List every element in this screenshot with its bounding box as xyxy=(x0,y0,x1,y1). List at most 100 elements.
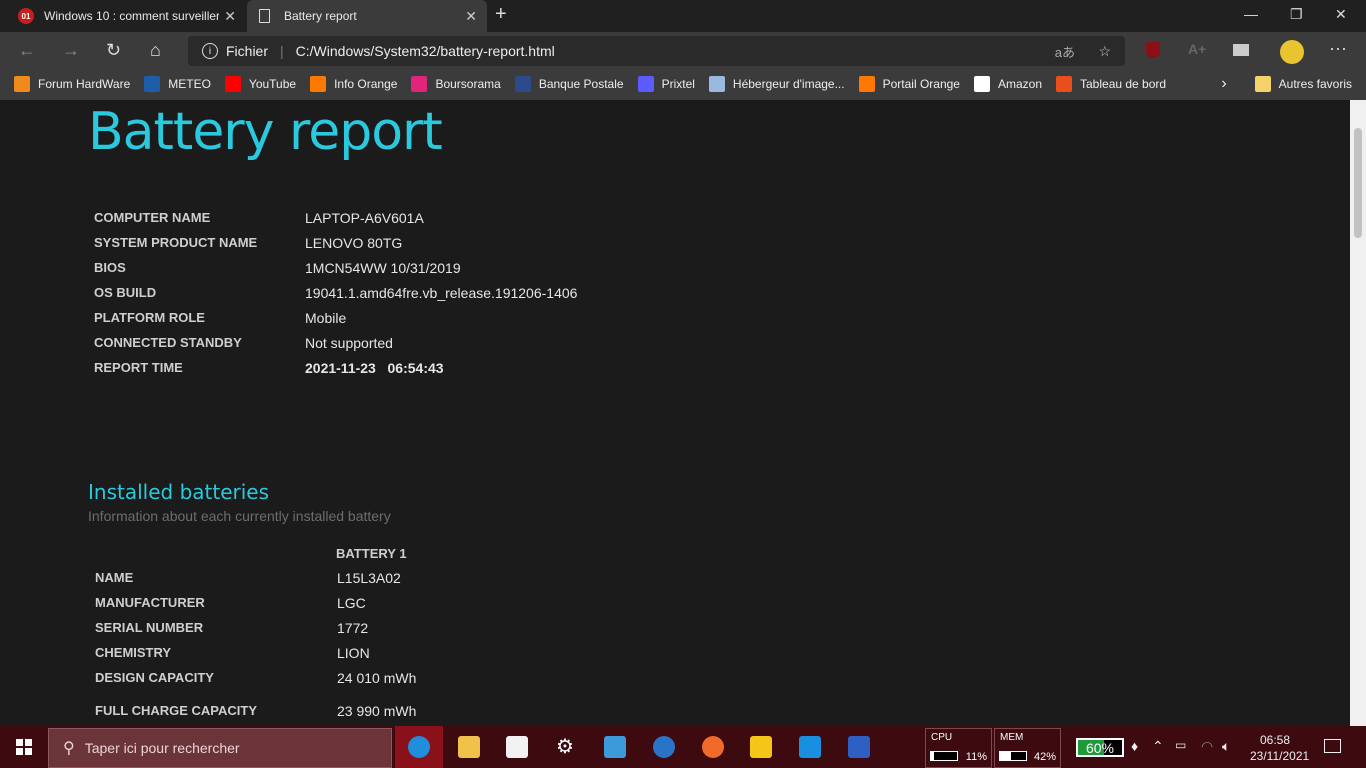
bookmark-label: Tableau de bord xyxy=(1080,77,1167,91)
system-info-key: REPORT TIME xyxy=(94,360,183,375)
bookmark-item[interactable]: YouTube xyxy=(224,76,296,92)
bookmark-label: Banque Postale xyxy=(538,77,624,91)
system-info-value: 19041.1.amd64fre.vb_release.191206-1406 xyxy=(305,285,578,301)
tab-windows10[interactable]: 01 Windows 10 : comment surveiller ✕ xyxy=(8,0,246,32)
bookmark-icon xyxy=(224,76,241,92)
cpu-bar-fill xyxy=(931,752,934,760)
battery-info-row: NAME L15L3A02 xyxy=(95,570,401,586)
app-m-icon[interactable] xyxy=(750,736,772,758)
tab-title: Windows 10 : comment surveiller xyxy=(44,9,219,23)
notifications-icon[interactable] xyxy=(1324,739,1341,753)
system-info-key: PLATFORM ROLE xyxy=(94,310,205,325)
wifi-icon[interactable]: ◠ xyxy=(1201,738,1213,755)
system-info-row: CONNECTED STANDBY Not supported xyxy=(94,335,393,351)
bookmark-item[interactable]: Banque Postale xyxy=(514,76,624,92)
system-info-row: BIOS 1MCN54WW 10/31/2019 xyxy=(94,260,461,276)
close-tab-icon[interactable]: ✕ xyxy=(465,8,477,25)
bookmark-item[interactable]: METEO xyxy=(144,76,211,92)
installed-batteries-heading: Installed batteries xyxy=(88,480,270,504)
edge-taskbar-button[interactable] xyxy=(395,726,443,768)
system-info-row: PLATFORM ROLE Mobile xyxy=(94,310,346,326)
bookmarks-overflow-chevron-icon[interactable]: › xyxy=(1221,75,1226,93)
battery-info-value: L15L3A02 xyxy=(337,570,401,586)
battery-info-value: LGC xyxy=(337,595,366,611)
home-icon[interactable]: ⌂ xyxy=(150,40,161,61)
control-panel-icon[interactable] xyxy=(604,736,626,758)
folder-icon xyxy=(1254,76,1271,92)
forward-icon[interactable]: → xyxy=(62,40,80,61)
bookmark-item[interactable]: Boursorama xyxy=(411,76,501,92)
battery-report-page: Battery report COMPUTER NAME LAPTOP-A6V60… xyxy=(0,100,1350,726)
battery-info-key: FULL CHARGE CAPACITY xyxy=(95,703,258,718)
text-size-icon[interactable]: A+ xyxy=(1188,41,1206,57)
ublock-icon[interactable] xyxy=(1146,42,1160,58)
system-info-value: LENOVO 80TG xyxy=(305,235,403,251)
other-favorites-folder[interactable]: Autres favoris xyxy=(1254,76,1352,92)
settings-icon[interactable]: ⚙ xyxy=(556,734,578,758)
read-aloud-icon[interactable]: aあ xyxy=(1055,42,1075,61)
battery-info-key: SERIAL NUMBER xyxy=(95,620,204,635)
page-icon xyxy=(259,9,270,23)
taskbar-search[interactable]: ⚲ Taper ici pour rechercher xyxy=(48,728,392,768)
battery-meter[interactable]: 60% xyxy=(1076,738,1124,757)
close-tab-icon[interactable]: ✕ xyxy=(224,8,236,25)
minimize-button[interactable]: — xyxy=(1244,6,1258,22)
cpu-value: 11% xyxy=(965,751,987,763)
bookmark-item[interactable]: Prixtel xyxy=(637,76,695,92)
volume-icon[interactable]: 🔈︎ xyxy=(1222,738,1230,755)
bookmark-icon xyxy=(708,76,725,92)
network-app-icon[interactable] xyxy=(799,736,821,758)
bookmark-item[interactable]: Tableau de bord xyxy=(1056,76,1166,92)
battery-info-row: DESIGN CAPACITY 24 010 mWh xyxy=(95,670,416,686)
battery-info-key: DESIGN CAPACITY xyxy=(95,670,214,685)
add-favorite-icon[interactable]: ☆ xyxy=(1098,43,1111,60)
cpu-label: CPU xyxy=(931,732,953,743)
back-icon[interactable]: ← xyxy=(18,40,36,61)
thunderbird-icon[interactable] xyxy=(653,736,675,758)
flame-icon[interactable]: ♦ xyxy=(1131,738,1138,754)
bookmark-label: Portail Orange xyxy=(882,77,960,91)
restore-button[interactable]: ❐ xyxy=(1290,6,1303,23)
scrollbar-thumb[interactable] xyxy=(1354,128,1362,238)
power-icon[interactable]: ▭ xyxy=(1175,738,1186,752)
mem-monitor: MEM 42% xyxy=(994,728,1061,768)
address-url[interactable]: C:/Windows/System32/battery-report.html xyxy=(296,43,555,59)
system-info-key: SYSTEM PRODUCT NAME xyxy=(94,235,258,250)
battery-info-row: SERIAL NUMBER 1772 xyxy=(95,620,368,636)
mem-bar-fill xyxy=(1000,752,1011,760)
system-info-value: Not supported xyxy=(305,335,393,351)
scrollbar[interactable] xyxy=(1350,100,1366,726)
tab-battery-report[interactable]: Battery report ✕ xyxy=(247,0,487,32)
bookmark-label: Prixtel xyxy=(661,77,695,91)
clock[interactable]: 06:58 23/11/2021 xyxy=(1250,732,1309,764)
bookmark-item[interactable]: Amazon xyxy=(973,76,1042,92)
address-scheme-label: Fichier xyxy=(226,43,269,59)
battery-info-row: MANUFACTURER LGC xyxy=(95,595,366,611)
bookmark-item[interactable]: Portail Orange xyxy=(858,76,960,92)
more-menu-icon[interactable]: ··· xyxy=(1329,38,1347,59)
collections-icon[interactable] xyxy=(1233,44,1249,56)
profile-avatar[interactable] xyxy=(1280,40,1304,64)
new-tab-button[interactable]: + xyxy=(495,3,507,26)
chevron-up-icon[interactable]: ⌃ xyxy=(1152,738,1164,755)
store-icon[interactable] xyxy=(506,736,528,758)
battery-info-value: 24 010 mWh xyxy=(337,670,417,686)
battery-info-row: FULL CHARGE CAPACITY 23 990 mWh xyxy=(95,703,416,719)
close-window-button[interactable]: ✕ xyxy=(1335,6,1347,23)
bookmark-item[interactable]: Info Orange xyxy=(310,76,397,92)
system-info-key: COMPUTER NAME xyxy=(94,210,211,225)
file-explorer-icon[interactable] xyxy=(458,736,480,758)
bookmark-item[interactable]: Forum HardWare xyxy=(14,76,130,92)
system-info-value: 1MCN54WW 10/31/2019 xyxy=(305,260,461,276)
system-info-row: SYSTEM PRODUCT NAME LENOVO 80TG xyxy=(94,235,402,251)
info-icon[interactable]: i xyxy=(202,43,218,59)
battery-info-key: CHEMISTRY xyxy=(95,645,172,660)
firefox-icon[interactable] xyxy=(702,736,724,758)
address-bar[interactable]: i Fichier | C:/Windows/System32/battery-… xyxy=(188,36,1125,66)
powershell-icon[interactable] xyxy=(848,736,870,758)
tab-title: Battery report xyxy=(284,9,357,23)
refresh-icon[interactable]: ↻ xyxy=(106,40,121,61)
bookmark-icon xyxy=(14,76,30,92)
windows-start-icon[interactable] xyxy=(16,739,32,755)
bookmark-item[interactable]: Hébergeur d'image... xyxy=(708,76,845,92)
